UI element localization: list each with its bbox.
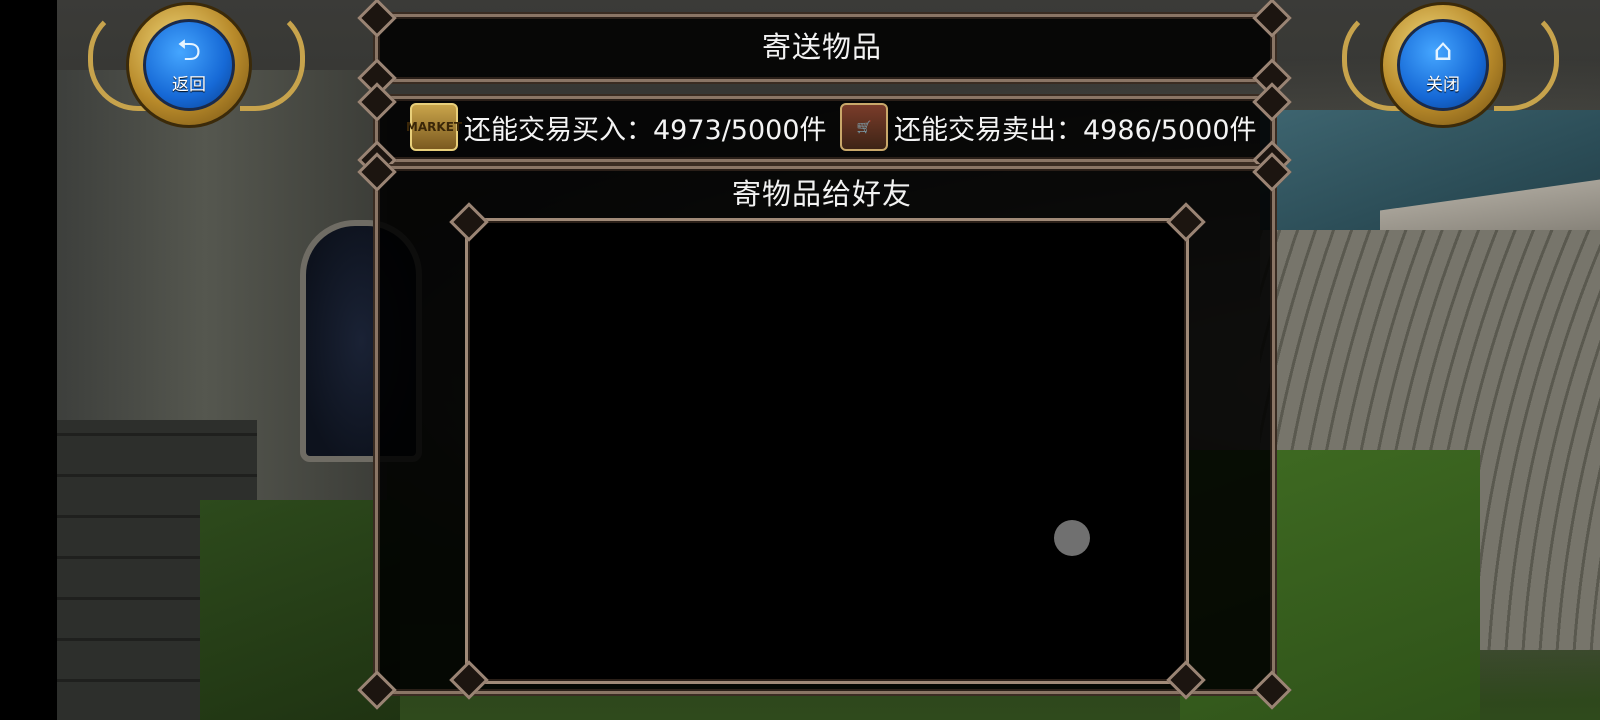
home-icon: ⌂	[1433, 32, 1453, 68]
touch-indicator	[1054, 520, 1090, 556]
page-title: 寄送物品	[761, 30, 882, 64]
shop-icon: 🛒	[840, 103, 888, 151]
market-icon: MARKET	[406, 103, 462, 151]
close-button[interactable]: ⌂ 关闭	[1380, 2, 1506, 128]
back-arrow-icon: ⮌	[176, 32, 202, 68]
close-button-face[interactable]: ⌂ 关闭	[1397, 19, 1489, 111]
friend-items-list[interactable]	[465, 218, 1189, 684]
back-button[interactable]: ⮌ 返回	[126, 2, 252, 128]
back-button-face[interactable]: ⮌ 返回	[143, 19, 235, 111]
close-button-label: 关闭	[1426, 74, 1460, 95]
back-button-label: 返回	[172, 74, 206, 95]
screen-left-bar	[0, 0, 57, 720]
buy-limit-stat: MARKET 还能交易买入：4973/5000件	[406, 102, 827, 152]
sell-limit-stat: 🛒 还能交易卖出：4986/5000件	[840, 102, 1257, 152]
panel-subtitle: 寄物品给好友	[731, 177, 912, 211]
sell-limit-text: 还能交易卖出：4986/5000件	[894, 114, 1257, 146]
buy-limit-text: 还能交易买入：4973/5000件	[464, 114, 827, 146]
